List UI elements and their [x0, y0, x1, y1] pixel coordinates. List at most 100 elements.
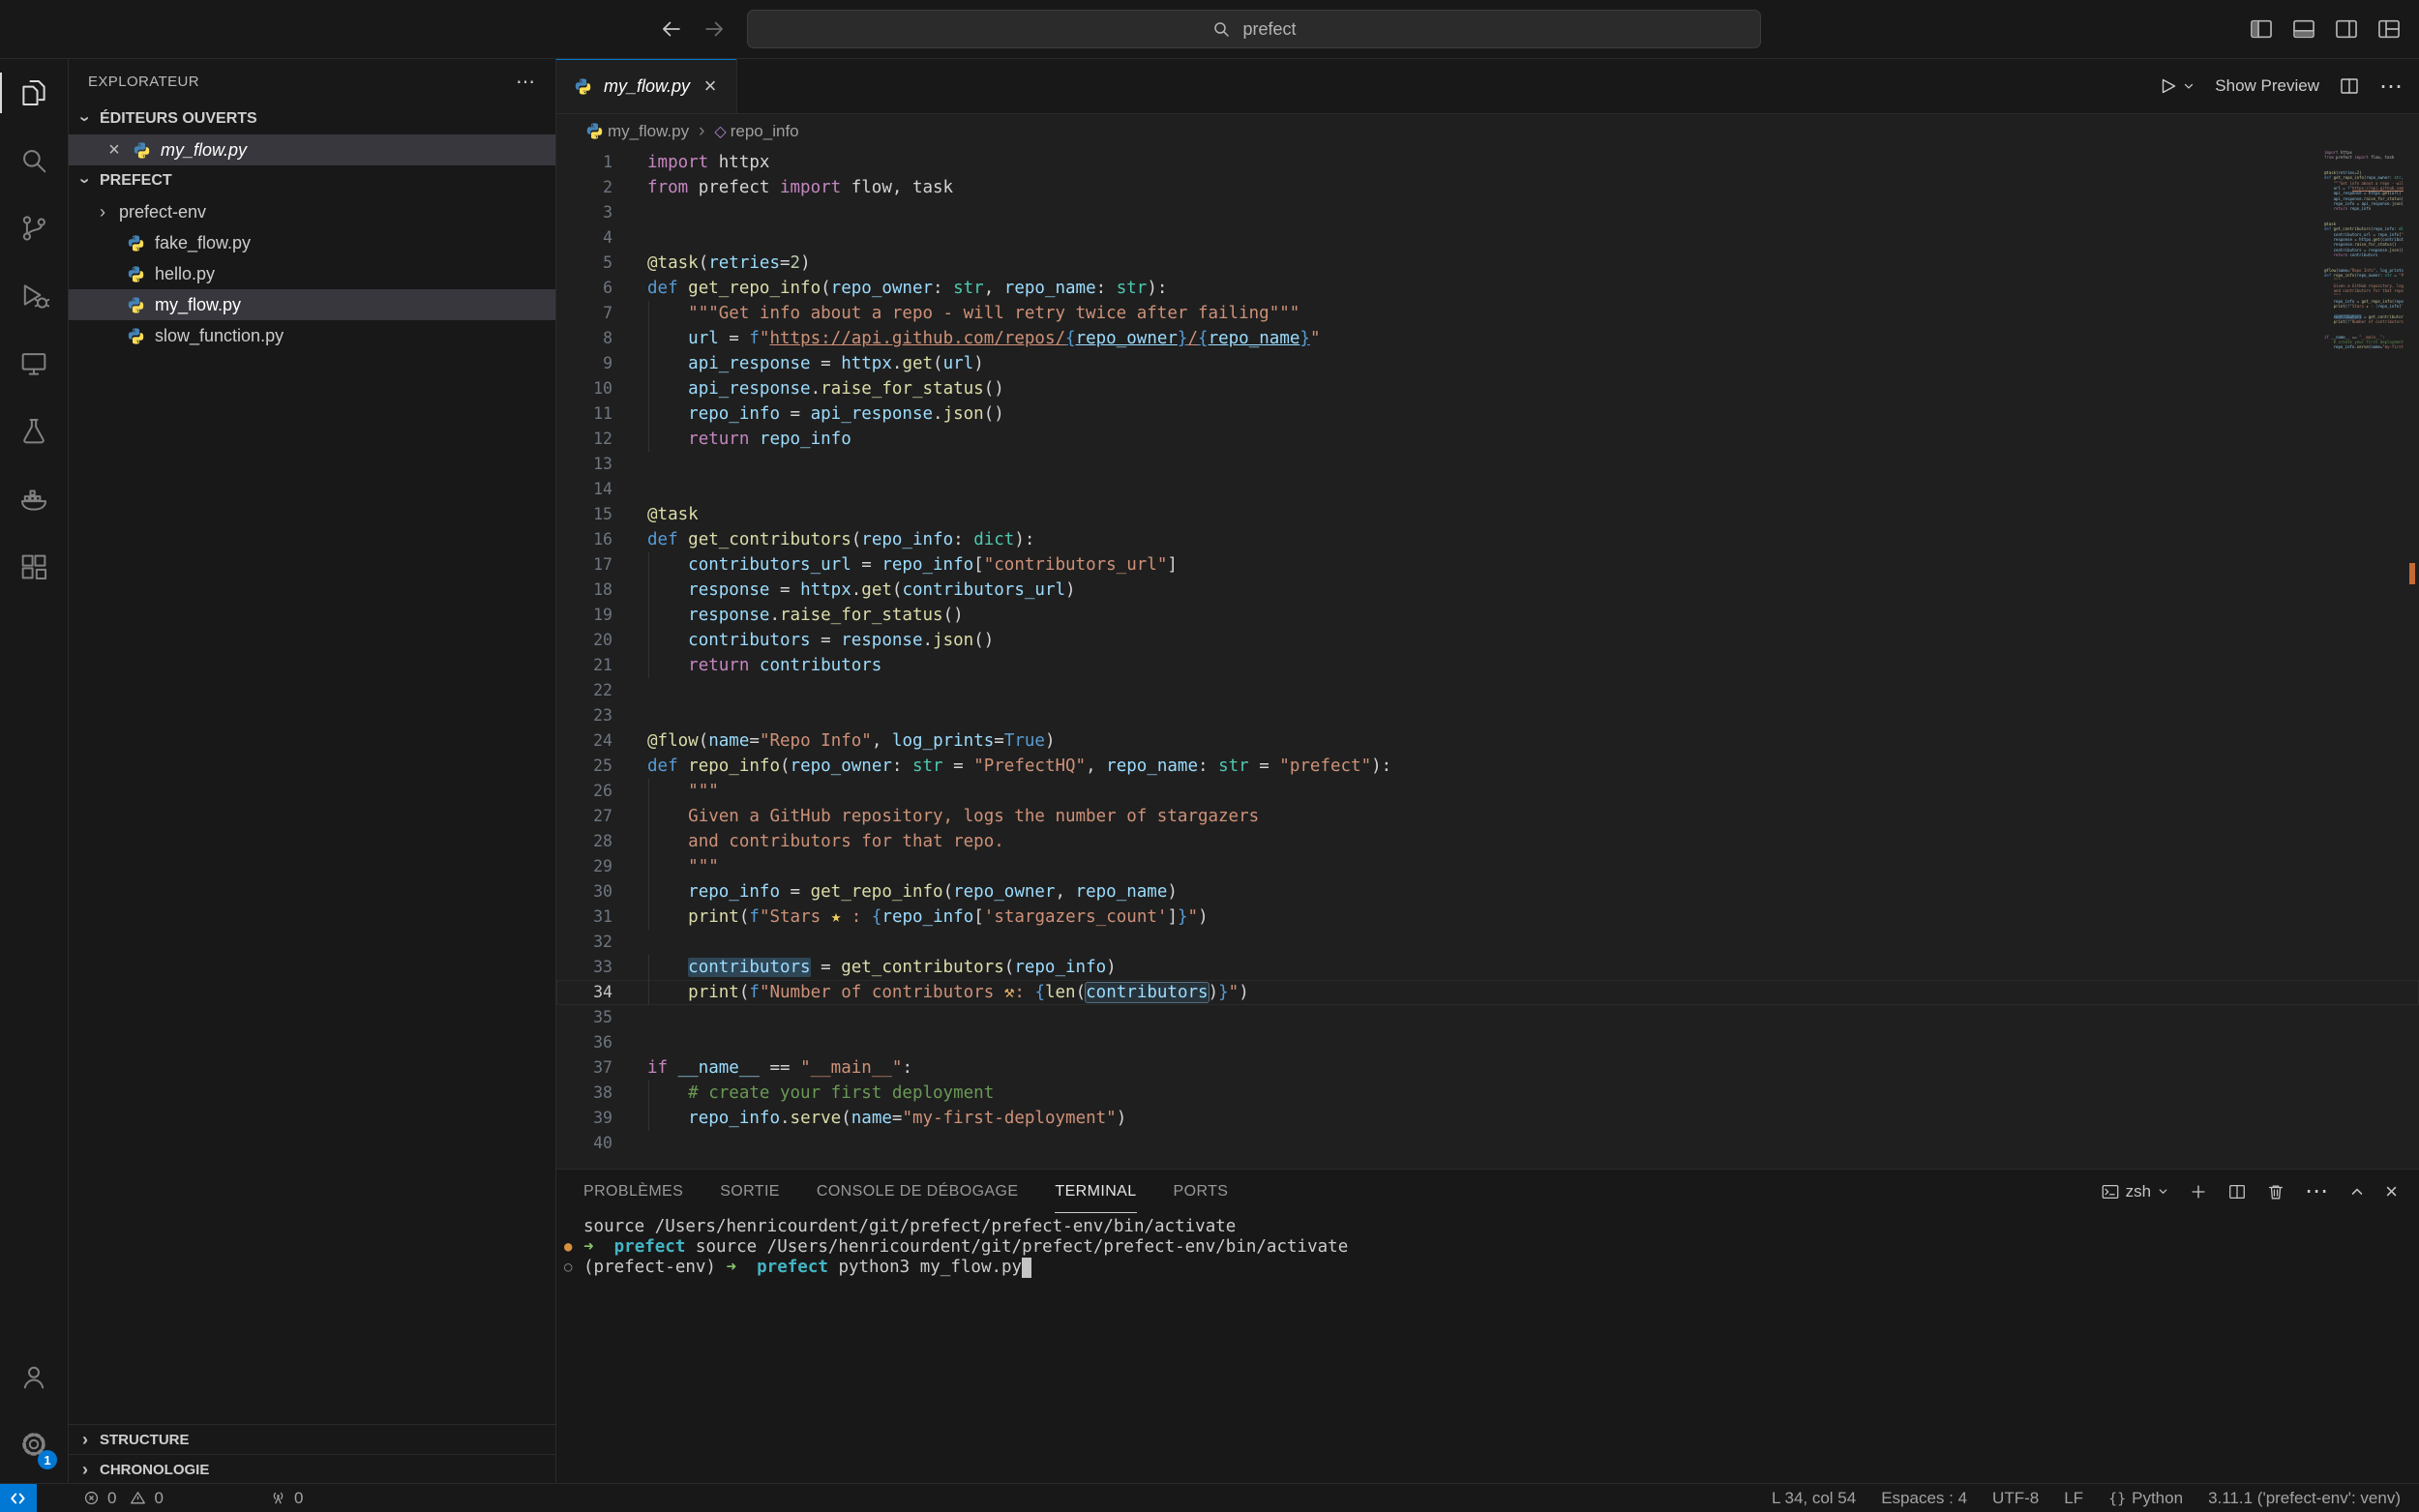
section-chronologie[interactable]: ›CHRONOLOGIE: [69, 1454, 555, 1484]
status-cursor-position[interactable]: L 34, col 54: [1759, 1484, 1868, 1512]
code-line[interactable]: 13: [556, 452, 2419, 477]
breadcrumb-item-my_flow-py[interactable]: my_flow.py: [585, 122, 689, 141]
code-line[interactable]: 30 repo_info = get_repo_info(repo_owner,…: [556, 879, 2419, 904]
toggle-primary-sidebar-icon[interactable]: [2249, 16, 2274, 42]
activity-scm-icon[interactable]: [0, 194, 68, 262]
activity-settings-icon[interactable]: 1: [0, 1410, 68, 1478]
code-line[interactable]: 8 url = f"https://api.github.com/repos/{…: [556, 326, 2419, 351]
kill-terminal-button[interactable]: [2266, 1182, 2285, 1201]
tab-my-flow[interactable]: my_flow.py ×: [556, 59, 737, 113]
status-encoding[interactable]: UTF-8: [1980, 1484, 2051, 1512]
code-line[interactable]: 38 # create your first deployment: [556, 1081, 2419, 1106]
run-python-file-button[interactable]: [2157, 75, 2195, 97]
panel-tab-terminal[interactable]: TERMINAL: [1055, 1170, 1136, 1213]
code-line[interactable]: 31 print(f"Stars ★ : {repo_info['stargaz…: [556, 904, 2419, 930]
command-center-search[interactable]: prefect: [747, 10, 1761, 48]
show-preview-button[interactable]: Show Preview: [2215, 76, 2319, 96]
activity-docker-icon[interactable]: [0, 465, 68, 533]
code-line[interactable]: 11 repo_info = api_response.json(): [556, 401, 2419, 427]
code-line[interactable]: 1import httpx: [556, 150, 2419, 175]
panel-tab-console-de-d-bogage[interactable]: CONSOLE DE DÉBOGAGE: [817, 1170, 1019, 1213]
code-line[interactable]: 23: [556, 703, 2419, 728]
code-line[interactable]: 24@flow(name="Repo Info", log_prints=Tru…: [556, 728, 2419, 754]
new-terminal-button[interactable]: [2189, 1182, 2208, 1201]
tree-item-prefect-env[interactable]: ›prefect-env: [69, 196, 555, 227]
editor-more-actions-icon[interactable]: ⋯: [2379, 73, 2404, 101]
code-line[interactable]: 19 response.raise_for_status(): [556, 603, 2419, 628]
status-interpreter[interactable]: 3.11.1 ('prefect-env': venv): [2195, 1484, 2413, 1512]
terminal-shell-selector[interactable]: zsh: [2101, 1182, 2169, 1201]
tab-close-icon[interactable]: ×: [702, 75, 719, 97]
code-line[interactable]: 12 return repo_info: [556, 427, 2419, 452]
status-indentation[interactable]: Espaces : 4: [1868, 1484, 1980, 1512]
code-line[interactable]: 14: [556, 477, 2419, 502]
code-line[interactable]: 40: [556, 1131, 2419, 1156]
code-line[interactable]: 4: [556, 225, 2419, 251]
code-line[interactable]: 20 contributors = response.json(): [556, 628, 2419, 653]
code-line[interactable]: 33 contributors = get_contributors(repo_…: [556, 955, 2419, 980]
code-line[interactable]: 34 print(f"Number of contributors ⚒: {le…: [556, 980, 2419, 1005]
code-line[interactable]: 10 api_response.raise_for_status(): [556, 376, 2419, 401]
terminal-output[interactable]: source /Users/henricourdent/git/prefect/…: [556, 1213, 2419, 1278]
code-line[interactable]: 25def repo_info(repo_owner: str = "Prefe…: [556, 754, 2419, 779]
close-icon[interactable]: ×: [105, 140, 123, 160]
explorer-more-actions-icon[interactable]: ⋯: [516, 70, 536, 94]
close-panel-button[interactable]: ×: [2385, 1179, 2398, 1204]
code-line[interactable]: 32: [556, 930, 2419, 955]
activity-explorer-icon[interactable]: [0, 59, 68, 127]
code-line[interactable]: 2from prefect import flow, task: [556, 175, 2419, 200]
open-editor-item[interactable]: ×my_flow.py: [69, 134, 555, 165]
panel-tab-ports[interactable]: PORTS: [1174, 1170, 1229, 1213]
status-language[interactable]: {}Python: [2096, 1484, 2195, 1512]
activity-account-icon[interactable]: [0, 1343, 68, 1410]
activity-extensions-icon[interactable]: [0, 533, 68, 601]
code-line[interactable]: 9 api_response = httpx.get(url): [556, 351, 2419, 376]
split-terminal-button[interactable]: [2227, 1182, 2247, 1201]
code-line[interactable]: 18 response = httpx.get(contributors_url…: [556, 578, 2419, 603]
open-editors-header[interactable]: › ÉDITEURS OUVERTS: [69, 104, 555, 134]
code-line[interactable]: 17 contributors_url = repo_info["contrib…: [556, 552, 2419, 578]
status-eol[interactable]: LF: [2051, 1484, 2096, 1512]
code-editor[interactable]: 1import httpx2from prefect import flow, …: [556, 148, 2419, 1171]
code-line[interactable]: 26 """: [556, 779, 2419, 804]
code-line[interactable]: 29 """: [556, 854, 2419, 879]
back-button[interactable]: [658, 16, 683, 42]
forward-button[interactable]: [702, 16, 728, 42]
project-header[interactable]: › PREFECT: [69, 165, 555, 196]
code-line[interactable]: 28 and contributors for that repo.: [556, 829, 2419, 854]
code-line[interactable]: 22: [556, 678, 2419, 703]
activity-search-icon[interactable]: [0, 127, 68, 194]
code-line[interactable]: 35: [556, 1005, 2419, 1030]
code-line[interactable]: 6def get_repo_info(repo_owner: str, repo…: [556, 276, 2419, 301]
panel-more-actions-icon[interactable]: ⋯: [2305, 1177, 2329, 1205]
customize-layout-icon[interactable]: [2376, 16, 2402, 42]
remote-indicator[interactable]: [0, 1484, 37, 1512]
toggle-panel-icon[interactable]: [2291, 16, 2316, 42]
toggle-secondary-sidebar-icon[interactable]: [2334, 16, 2359, 42]
code-line[interactable]: 27 Given a GitHub repository, logs the n…: [556, 804, 2419, 829]
panel-tab-probl-mes[interactable]: PROBLÈMES: [583, 1170, 683, 1213]
tree-item-fake_flow-py[interactable]: fake_flow.py: [69, 227, 555, 258]
breadcrumb-item-repo_info[interactable]: ◇repo_info: [714, 122, 798, 141]
split-editor-button[interactable]: [2339, 75, 2360, 97]
code-line[interactable]: 5@task(retries=2): [556, 251, 2419, 276]
code-line[interactable]: 21 return contributors: [556, 653, 2419, 678]
activity-testing-icon[interactable]: [0, 398, 68, 465]
code-line[interactable]: 37if __name__ == "__main__":: [556, 1055, 2419, 1081]
code-line[interactable]: 15@task: [556, 502, 2419, 527]
code-line[interactable]: 16def get_contributors(repo_info: dict):: [556, 527, 2419, 552]
activity-remote-icon[interactable]: [0, 330, 68, 398]
tree-item-my_flow-py[interactable]: my_flow.py: [69, 289, 555, 320]
tree-item-hello-py[interactable]: hello.py: [69, 258, 555, 289]
code-line[interactable]: 39 repo_info.serve(name="my-first-deploy…: [556, 1106, 2419, 1131]
problems-status[interactable]: 0 0: [83, 1484, 164, 1512]
maximize-panel-button[interactable]: [2348, 1183, 2366, 1201]
tree-item-slow_function-py[interactable]: slow_function.py: [69, 320, 555, 351]
panel-tab-sortie[interactable]: SORTIE: [720, 1170, 780, 1213]
section-structure[interactable]: ›STRUCTURE: [69, 1424, 555, 1454]
code-line[interactable]: 36: [556, 1030, 2419, 1055]
activity-debug-icon[interactable]: [0, 262, 68, 330]
code-line[interactable]: 3: [556, 200, 2419, 225]
forwarded-ports-status[interactable]: 0: [270, 1484, 303, 1512]
code-line[interactable]: 7 """Get info about a repo - will retry …: [556, 301, 2419, 326]
